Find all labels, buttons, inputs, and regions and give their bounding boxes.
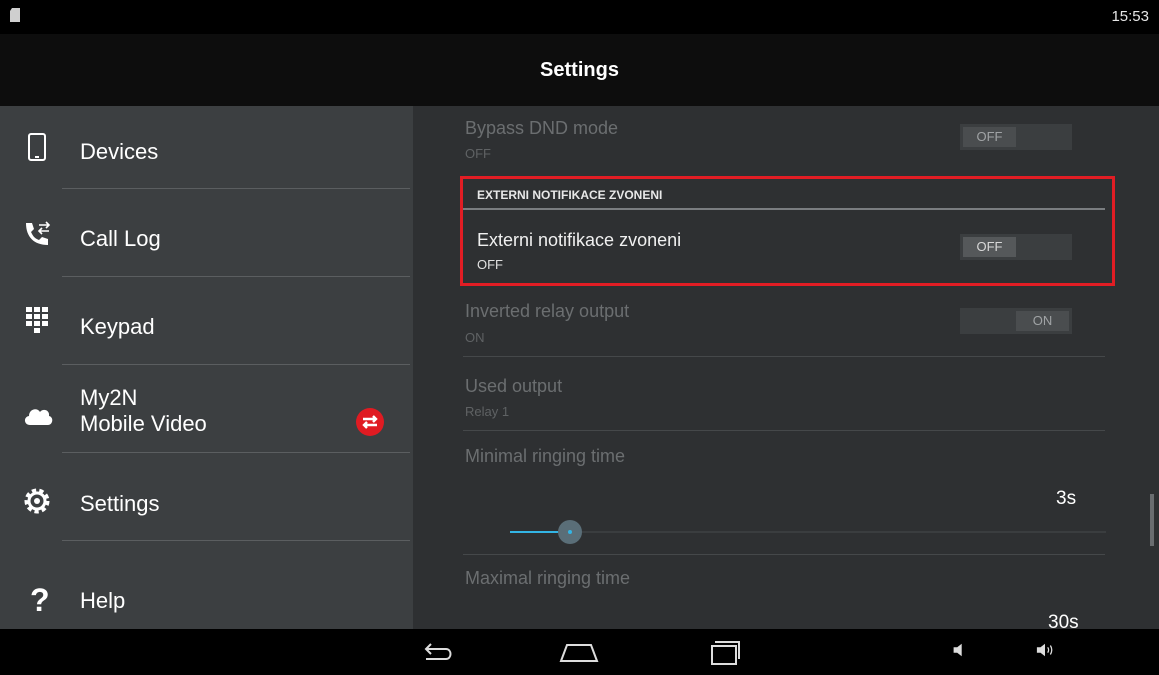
setting-title: Maximal ringing time [465,568,631,588]
setting-title: Minimal ringing time [465,446,626,466]
row-divider [463,554,1105,555]
sidebar-item-devices[interactable]: Devices [0,106,413,188]
sidebar-item-help[interactable]: ? Help [0,541,413,629]
sync-error-icon [356,408,384,436]
navigation-bar [0,629,1159,675]
sidebar-item-label: Settings [80,491,160,516]
help-icon: ? [30,583,50,613]
setting-value: Relay 1 [465,404,510,419]
row-divider [463,356,1105,357]
svg-text:?: ? [30,583,50,613]
home-icon[interactable] [557,637,601,667]
sidebar-item-label: Call Log [80,226,161,251]
clock: 15:53 [1111,8,1149,25]
scrollbar[interactable] [1150,494,1154,546]
toggle-label: OFF [963,127,1016,147]
volume-down-icon[interactable] [950,641,968,659]
slider-value: 3s [1056,488,1077,509]
highlight-box [460,176,1115,286]
sidebar: Devices Call Log Keypad My2N Mobile Vide… [0,106,413,629]
keypad-icon [26,307,48,333]
sidebar-item-keypad[interactable]: Keypad [0,277,413,364]
volume-up-icon[interactable] [1034,641,1056,659]
sidebar-item-label: Devices [80,139,159,164]
status-bar: 15:53 [0,0,1159,34]
sidebar-item-call-log[interactable]: Call Log [0,189,413,276]
sidebar-item-label: Keypad [80,314,155,339]
setting-title: Inverted relay output [465,301,630,321]
phone-icon [28,133,46,161]
call-log-icon [26,221,51,245]
setting-value: OFF [465,146,491,161]
sidebar-item-label: Help [80,588,126,613]
toggle-label: ON [1016,311,1069,331]
page-title: Settings [540,59,619,81]
inverted-relay-toggle[interactable]: ON [960,308,1072,334]
cloud-icon [24,409,53,425]
sd-card-icon [10,8,20,22]
sidebar-item-label-line2: Mobile Video [80,411,207,436]
row-divider [463,430,1105,431]
setting-value: ON [465,330,485,345]
sidebar-item-my2n[interactable]: My2N Mobile Video [0,365,413,452]
recent-apps-icon[interactable] [704,637,744,667]
slider-value: 30s [1048,612,1079,629]
gear-icon [24,488,50,514]
action-bar: Settings [0,34,1159,106]
setting-title: Bypass DND mode [465,118,619,138]
back-icon[interactable] [418,637,458,667]
slider-thumb[interactable] [558,520,582,544]
bypass-dnd-toggle[interactable]: OFF [960,124,1072,150]
sidebar-item-label-line1: My2N [80,385,138,410]
slider-track [510,531,1106,533]
sidebar-item-settings[interactable]: Settings [0,453,413,540]
min-ringing-slider[interactable] [510,520,1106,544]
setting-title: Used output [465,376,563,396]
